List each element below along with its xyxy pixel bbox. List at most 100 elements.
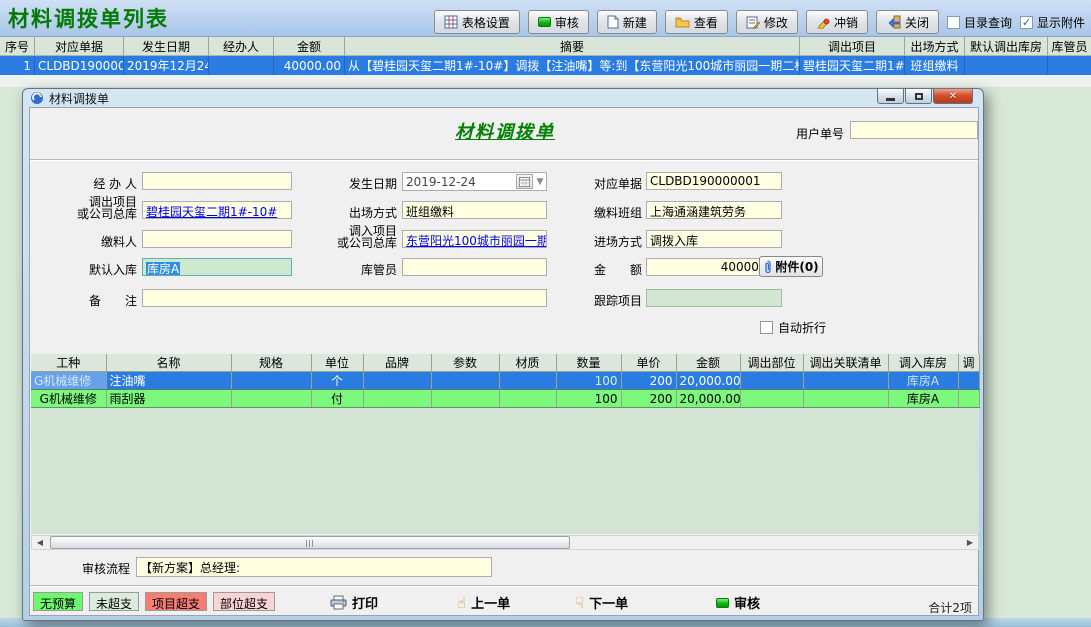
autowrap-checkbox[interactable]: 自动折行 — [760, 319, 826, 336]
dcol-unit[interactable]: 单位 — [311, 354, 363, 372]
scrollbar-thumb[interactable] — [50, 536, 570, 549]
dir-query-box[interactable] — [947, 16, 960, 29]
out-method-input[interactable]: 班组缴料 — [402, 201, 547, 219]
col-date[interactable]: 发生日期 — [124, 37, 209, 55]
dialog-audit-button[interactable]: 审核 — [716, 593, 760, 612]
d0-brand[interactable] — [363, 372, 431, 390]
list-row-selected[interactable]: 1 CLDBD190000001 2019年12月24日 40000.00 从【… — [0, 56, 1091, 75]
default-in-input[interactable]: 库房A — [142, 258, 292, 276]
detail-row-selected[interactable]: G机械维修 注油嘴 个 100 200 20,000.00 库房A — [31, 372, 979, 390]
table-settings-button[interactable]: 表格设置 — [434, 10, 520, 34]
date-input[interactable]: 2019-12-24 ▼ — [402, 172, 547, 191]
new-button[interactable]: 新建 — [597, 10, 657, 34]
cell-seq[interactable]: 1 — [0, 56, 35, 75]
d0-param[interactable] — [431, 372, 499, 390]
d1-spec[interactable] — [231, 390, 311, 408]
note-input[interactable] — [142, 289, 547, 307]
cell-default-out-wh[interactable] — [965, 56, 1048, 75]
detail-row[interactable]: G机械维修 雨刮器 付 100 200 20,000.00 库房A — [31, 390, 979, 408]
scroll-left-arrow[interactable]: ◀ — [32, 536, 48, 549]
calendar-icon[interactable] — [516, 174, 533, 189]
dcol-out-list[interactable]: 调出关联清单 — [803, 354, 888, 372]
dcol-param[interactable]: 参数 — [431, 354, 499, 372]
dcol-price[interactable]: 单价 — [621, 354, 676, 372]
dcol-amount[interactable]: 金额 — [676, 354, 740, 372]
show-attach-checkbox[interactable]: ✓ 显示附件 — [1020, 14, 1085, 31]
d1-brand[interactable] — [363, 390, 431, 408]
d0-spec[interactable] — [231, 372, 311, 390]
payer-input[interactable] — [142, 230, 292, 248]
d1-out-list[interactable] — [803, 390, 888, 408]
view-button[interactable]: 查看 — [665, 10, 728, 34]
col-amount[interactable]: 金额 — [274, 37, 345, 55]
print-button[interactable]: 打印 — [330, 593, 378, 612]
keeper-input[interactable] — [402, 258, 547, 276]
in-project-input[interactable]: 东营阳光100城市丽园一期二标 — [402, 230, 547, 248]
cell-date[interactable]: 2019年12月24日 — [124, 56, 209, 75]
in-method-input[interactable]: 调拨入库 — [646, 230, 782, 248]
d1-out-part[interactable] — [740, 390, 803, 408]
cell-doc-no[interactable]: CLDBD190000001 — [35, 56, 124, 75]
col-out-project[interactable]: 调出项目 — [800, 37, 905, 55]
tracking-input[interactable] — [646, 289, 782, 307]
dcol-qty[interactable]: 数量 — [556, 354, 621, 372]
attachment-button[interactable]: 附件(0) — [759, 256, 823, 277]
d1-partial[interactable] — [958, 390, 979, 408]
d0-qty[interactable]: 100 — [556, 372, 621, 390]
d1-price[interactable]: 200 — [621, 390, 676, 408]
dcol-spec[interactable]: 规格 — [231, 354, 311, 372]
d1-unit[interactable]: 付 — [311, 390, 363, 408]
d1-qty[interactable]: 100 — [556, 390, 621, 408]
dcol-in-wh[interactable]: 调入库房 — [888, 354, 958, 372]
close-window-button[interactable]: ✕ — [933, 89, 973, 104]
dcol-trade[interactable]: 工种 — [31, 354, 106, 372]
d0-out-list[interactable] — [803, 372, 888, 390]
date-dropdown-arrow[interactable]: ▼ — [534, 177, 546, 187]
d1-material[interactable] — [499, 390, 556, 408]
d1-param[interactable] — [431, 390, 499, 408]
dialog-titlebar[interactable]: 材料调拨单 ✕ — [23, 89, 983, 107]
show-attach-box[interactable]: ✓ — [1020, 16, 1033, 29]
scrollbar-track[interactable] — [48, 536, 962, 549]
col-default-out-wh[interactable]: 默认调出库房 — [965, 37, 1048, 55]
dcol-out-part[interactable]: 调出部位 — [740, 354, 803, 372]
col-handler[interactable]: 经办人 — [209, 37, 274, 55]
col-doc-no[interactable]: 对应单据 — [35, 37, 124, 55]
dcol-material[interactable]: 材质 — [499, 354, 556, 372]
d1-in-wh[interactable]: 库房A — [888, 390, 958, 408]
writeoff-button[interactable]: 冲销 — [806, 10, 868, 34]
d0-unit[interactable]: 个 — [311, 372, 363, 390]
minimize-button[interactable] — [877, 89, 904, 104]
audit-button[interactable]: 审核 — [528, 10, 589, 34]
d1-amount[interactable]: 20,000.00 — [676, 390, 740, 408]
d0-partial[interactable] — [958, 372, 979, 390]
d0-out-part[interactable] — [740, 372, 803, 390]
maximize-button[interactable] — [905, 89, 932, 104]
cell-out-project[interactable]: 碧桂园天玺二期1# — [800, 56, 905, 75]
cell-handler[interactable] — [209, 56, 274, 75]
dcol-brand[interactable]: 品牌 — [363, 354, 431, 372]
d0-in-wh[interactable]: 库房A — [888, 372, 958, 390]
audit-flow-input[interactable]: 【新方案】总经理: — [136, 557, 492, 577]
d0-name[interactable]: 注油嘴 — [106, 372, 231, 390]
autowrap-box[interactable] — [760, 321, 773, 334]
dcol-name[interactable]: 名称 — [106, 354, 231, 372]
out-project-input[interactable]: 碧桂园天玺二期1#-10# — [142, 201, 292, 219]
handler-input[interactable] — [142, 172, 292, 190]
d1-trade[interactable]: G机械维修 — [31, 390, 106, 408]
col-out-method[interactable]: 出场方式 — [905, 37, 965, 55]
cell-summary[interactable]: 从【碧桂园天玺二期1#-10#】调拨【注油嘴】等:到【东营阳光100城市丽园一期… — [345, 56, 800, 75]
team-input[interactable]: 上海通涵建筑劳务 — [646, 201, 782, 219]
d0-material[interactable] — [499, 372, 556, 390]
dcol-partial[interactable]: 调 — [958, 354, 979, 372]
col-seq[interactable]: 序号 — [0, 37, 35, 55]
d0-price[interactable]: 200 — [621, 372, 676, 390]
cell-amount[interactable]: 40000.00 — [274, 56, 345, 75]
cell-out-method[interactable]: 班组缴料 — [905, 56, 965, 75]
prev-order-button[interactable]: ☝ 上一单 — [457, 593, 510, 612]
dir-query-checkbox[interactable]: 目录查询 — [947, 14, 1012, 31]
close-button[interactable]: 关闭 — [876, 10, 939, 34]
col-keeper[interactable]: 库管员 — [1048, 37, 1091, 55]
next-order-button[interactable]: ☟ 下一单 — [575, 593, 628, 612]
d0-trade[interactable]: G机械维修 — [31, 372, 106, 390]
